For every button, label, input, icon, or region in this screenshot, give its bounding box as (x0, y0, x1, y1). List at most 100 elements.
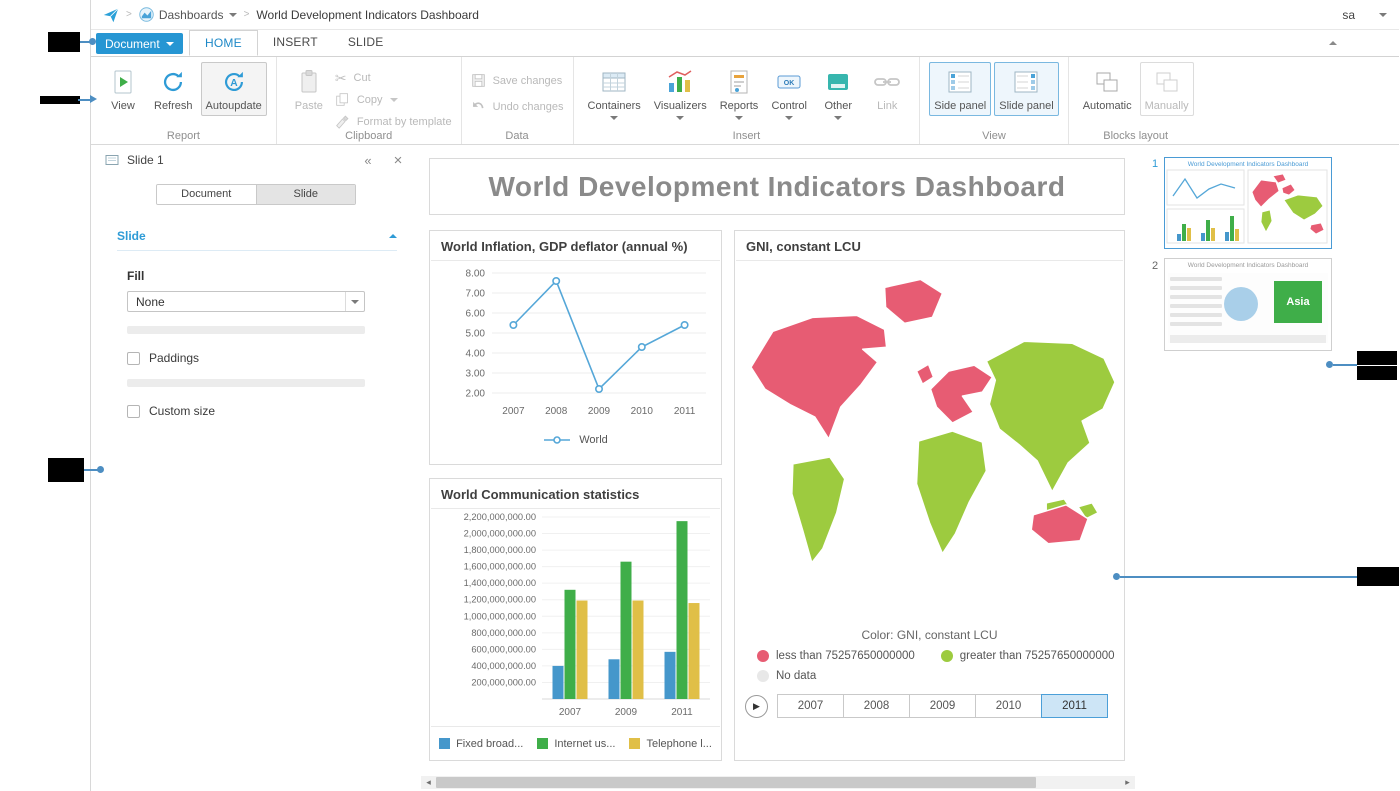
paddings-checkbox[interactable] (127, 352, 140, 365)
scrollbar-thumb[interactable] (436, 777, 1036, 788)
dashboard-title-panel[interactable]: World Development Indicators Dashboard (429, 158, 1125, 215)
ribbon-tab-row: Document HOME INSERT SLIDE (91, 30, 1399, 57)
year-button-2008[interactable]: 2008 (843, 694, 910, 718)
scroll-left-icon[interactable]: ◂ (421, 776, 436, 789)
tab-insert[interactable]: INSERT (258, 30, 333, 56)
close-panel-icon[interactable]: × (389, 152, 407, 169)
annotation-box (48, 458, 84, 482)
svg-text:7.00: 7.00 (466, 289, 486, 300)
scroll-right-icon[interactable]: ▸ (1120, 776, 1135, 789)
map-legend: less than 75257650000000 greater than 75… (735, 642, 1124, 682)
chevron-down-icon (834, 116, 842, 120)
bar-chart-panel[interactable]: World Communication statistics 2,200,000… (429, 478, 722, 761)
collapse-panel-icon[interactable]: « (359, 153, 377, 168)
manually-button: Manually (1140, 62, 1194, 116)
horizontal-scrollbar[interactable]: ◂ ▸ (421, 776, 1135, 789)
red-dot-icon (757, 650, 769, 662)
save-changes-label: Save changes (493, 75, 563, 87)
map-panel[interactable]: GNI, constant LCU Color: GNI, constant L… (734, 230, 1125, 761)
legend-label: Internet us... (554, 738, 615, 750)
custom-size-checkbox[interactable] (127, 405, 140, 418)
autoupdate-label: Autoupdate (206, 100, 262, 113)
svg-text:1,200,000,000.00: 1,200,000,000.00 (464, 595, 536, 605)
bar-legend-item: Telephone l... (629, 738, 711, 750)
visualizers-button[interactable]: Visualizers (649, 62, 712, 123)
group-label-data: Data (462, 130, 573, 142)
other-icon (825, 67, 851, 97)
bar-chart: 2,200,000,000.002,000,000,000.001,800,00… (430, 509, 720, 721)
year-button-2007[interactable]: 2007 (777, 694, 844, 718)
svg-text:2.00: 2.00 (466, 389, 486, 400)
slide-section-title: Slide (117, 229, 146, 243)
tab-document-properties[interactable]: Document (157, 185, 256, 204)
refresh-label: Refresh (154, 100, 193, 113)
bar-legend-item: Internet us... (537, 738, 615, 750)
properties-mode-tabs: Document Slide (156, 184, 356, 205)
slide-1-thumb-preview (1165, 168, 1329, 246)
user-menu[interactable]: sa (1342, 8, 1355, 22)
tab-slide-properties[interactable]: Slide (256, 185, 356, 204)
chevron-down-icon (166, 42, 174, 46)
svg-text:200,000,000.00: 200,000,000.00 (471, 677, 536, 687)
breadcrumb: > Dashboards > World Development Indicat… (91, 0, 1399, 30)
cut-button: ✂ Cut (335, 69, 452, 86)
line-chart-title: World Inflation, GDP deflator (annual %) (431, 231, 720, 261)
paddings-checkbox-row[interactable]: Paddings (127, 351, 421, 365)
visualizers-label: Visualizers (654, 100, 707, 113)
slide-2-thumbnail[interactable]: World Development Indicators Dashboard A… (1164, 258, 1332, 351)
year-button-2011[interactable]: 2011 (1041, 694, 1108, 718)
document-menu-button[interactable]: Document (96, 33, 183, 54)
slide-1-number: 1 (1152, 158, 1158, 170)
properties-panel-header: Slide 1 « × (91, 146, 421, 174)
breadcrumb-separator: > (244, 9, 250, 20)
chevron-down-icon (229, 13, 237, 17)
logo-plane-icon[interactable] (103, 7, 119, 23)
chevron-down-icon (785, 116, 793, 120)
panel-title: Slide 1 (127, 153, 164, 167)
fill-select[interactable]: None (127, 291, 365, 312)
bar-chart-legend: Fixed broad... Internet us... Telephone l.… (431, 726, 720, 760)
svg-text:2011: 2011 (674, 406, 696, 417)
year-button-2010[interactable]: 2010 (975, 694, 1042, 718)
custom-size-checkbox-row[interactable]: Custom size (127, 404, 421, 418)
paddings-label: Paddings (149, 351, 199, 365)
automatic-button[interactable]: Automatic (1078, 62, 1137, 116)
tab-slide[interactable]: SLIDE (333, 30, 399, 56)
annotation-box (1357, 351, 1397, 365)
legend-label: Fixed broad... (456, 738, 523, 750)
side-panel-button[interactable]: Side panel (929, 62, 991, 116)
containers-button[interactable]: Containers (583, 62, 646, 123)
properties-panel: Slide 1 « × Document Slide Slide Fill No… (91, 146, 421, 791)
line-chart-panel[interactable]: World Inflation, GDP deflator (annual %)… (429, 230, 722, 465)
user-menu-chevron-icon[interactable] (1379, 13, 1387, 17)
autoupdate-button[interactable]: A Autoupdate (201, 62, 267, 116)
other-button[interactable]: Other (815, 62, 861, 123)
control-button[interactable]: OK Control (766, 62, 812, 123)
svg-text:1,600,000,000.00: 1,600,000,000.00 (464, 562, 536, 572)
tab-home[interactable]: HOME (189, 30, 258, 56)
breadcrumb-dashboards[interactable]: Dashboards (139, 7, 237, 22)
group-label-blocks-layout: Blocks layout (1069, 130, 1203, 142)
collapse-ribbon-icon[interactable] (1329, 41, 1337, 45)
chevron-down-icon (676, 116, 684, 120)
save-changes-button: Save changes (471, 72, 564, 89)
slide-panel-button[interactable]: Slide panel (994, 62, 1058, 116)
group-label-report: Report (91, 130, 276, 142)
paste-button: Paste (286, 62, 332, 116)
link-icon (873, 67, 901, 97)
view-button[interactable]: View (100, 62, 146, 116)
slide-1-thumbnail[interactable]: World Development Indicators Dashboard (1164, 157, 1332, 249)
placeholder-bar (127, 326, 365, 334)
thumb-asia-tile: Asia (1274, 281, 1322, 323)
svg-text:2007: 2007 (559, 707, 582, 718)
cut-icon: ✂ (335, 71, 347, 85)
green-dot-icon (941, 650, 953, 662)
refresh-button[interactable]: Refresh (149, 62, 198, 116)
year-button-2009[interactable]: 2009 (909, 694, 976, 718)
slide-section-header[interactable]: Slide (117, 229, 397, 251)
containers-label: Containers (588, 100, 641, 113)
map-legend-greater-label: greater than 75257650000000 (960, 650, 1115, 662)
reports-button[interactable]: Reports (715, 62, 764, 123)
map-legend-item-less: less than 75257650000000 (757, 650, 915, 662)
play-button[interactable]: ▶ (745, 695, 768, 718)
